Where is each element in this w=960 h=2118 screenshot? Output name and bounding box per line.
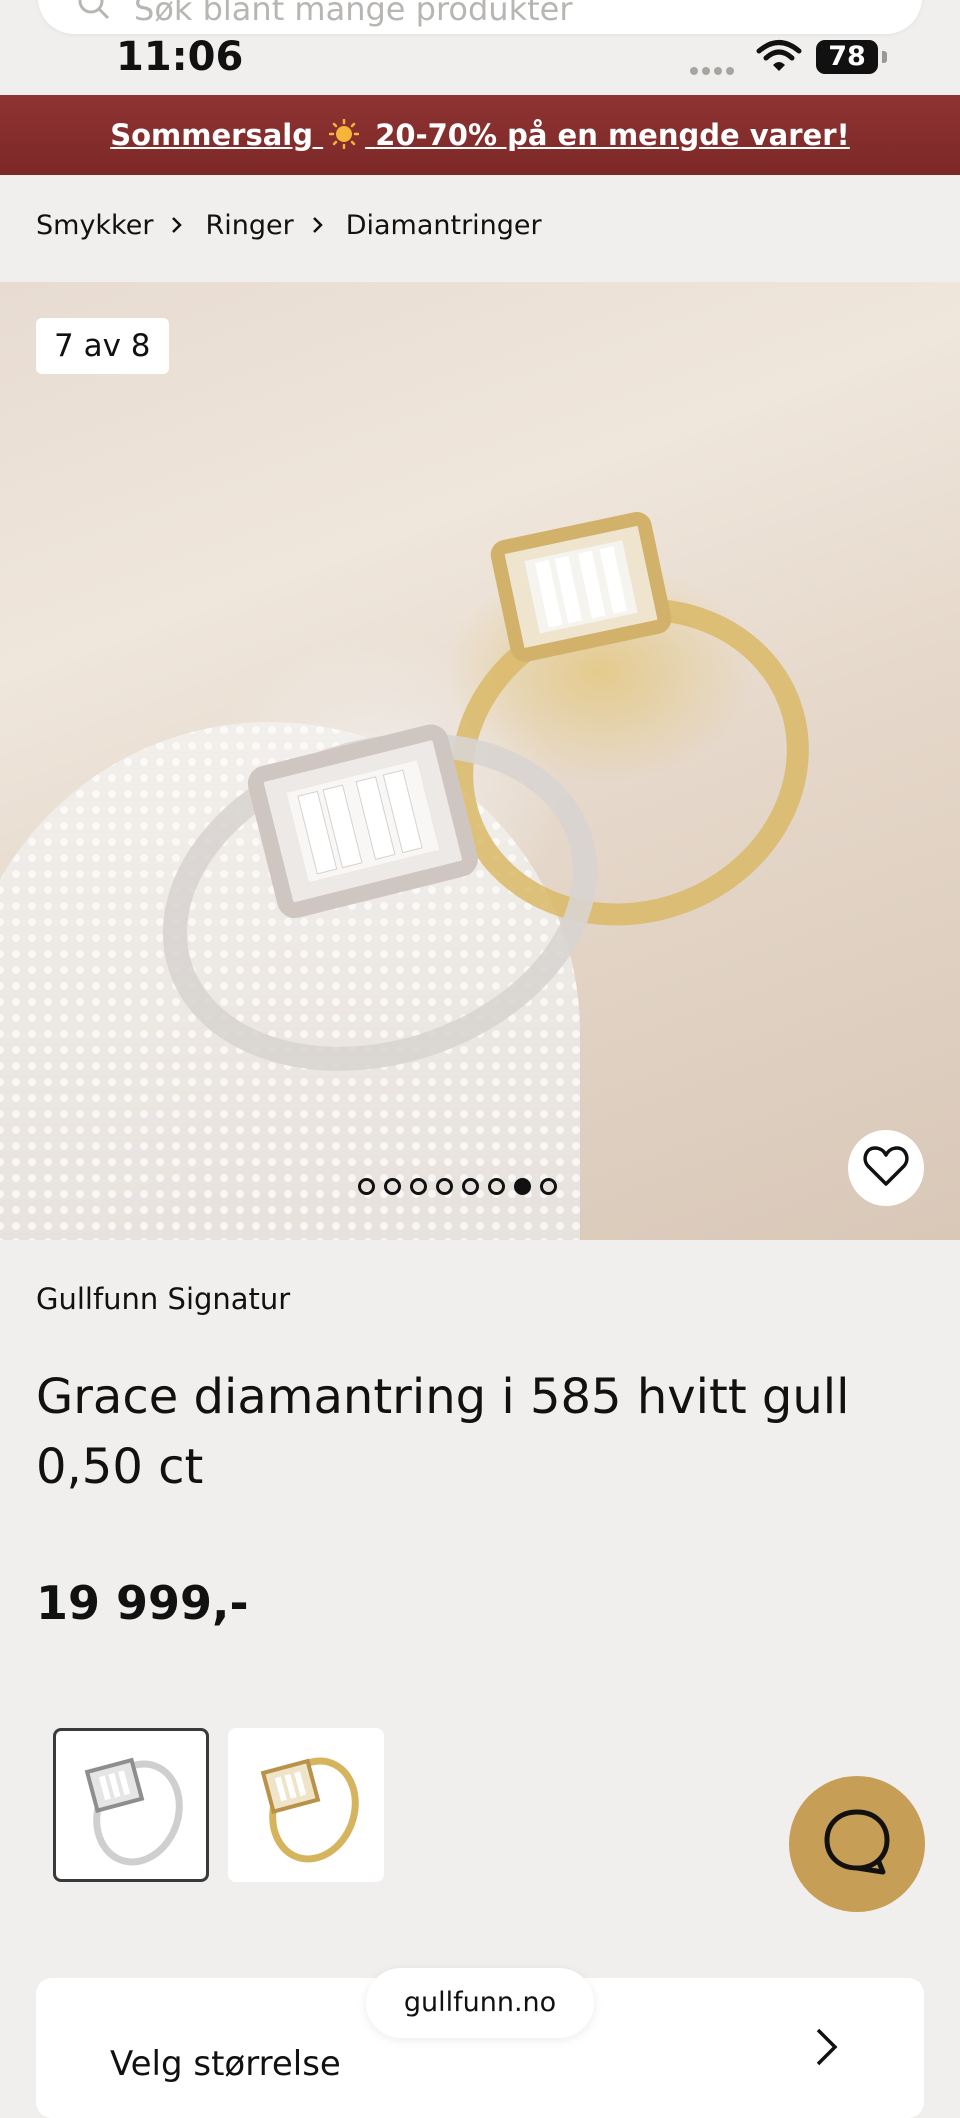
image-counter: 7 av 8 — [36, 318, 169, 374]
favorite-button[interactable] — [848, 1130, 924, 1206]
status-bar: 11:06 78 — [0, 28, 960, 88]
variant-thumbnail-white-gold[interactable] — [53, 1728, 209, 1882]
chevron-right-icon — [814, 2026, 840, 2072]
chat-bubble-icon — [821, 1806, 893, 1882]
yellow-gold-ring-thumbnail — [260, 1757, 359, 1863]
battery-cap — [882, 51, 887, 63]
battery-indicator: 78 — [816, 40, 878, 74]
promo-text-start: Sommersalg — [110, 118, 313, 152]
white-gold-ring-thumbnail — [84, 1757, 183, 1866]
chevron-right-icon — [312, 210, 324, 241]
status-time: 11:06 — [116, 34, 244, 80]
sun-icon — [328, 99, 360, 150]
browser-url-pill[interactable]: gullfunn.no — [366, 1968, 594, 2038]
carousel-dot[interactable] — [488, 1178, 505, 1195]
chevron-right-icon — [171, 210, 183, 241]
chat-button[interactable] — [789, 1776, 925, 1912]
product-image-gallery[interactable]: 7 av 8 — [0, 282, 960, 1240]
carousel-dot[interactable] — [384, 1178, 401, 1195]
carousel-dot[interactable] — [540, 1178, 557, 1195]
carousel-dot[interactable] — [436, 1178, 453, 1195]
breadcrumb-item-smykker[interactable]: Smykker — [36, 210, 153, 241]
product-title: Grace diamantring i 585 hvitt gull 0,50 … — [36, 1369, 850, 1495]
product-price: 19 999,- — [36, 1576, 249, 1630]
product-brand[interactable]: Gullfunn Signatur — [36, 1282, 290, 1316]
variant-thumbnail-yellow-gold[interactable] — [228, 1728, 384, 1882]
breadcrumb-item-ringer[interactable]: Ringer — [205, 210, 293, 241]
carousel-dot[interactable] — [462, 1178, 479, 1195]
promo-text-end: 20-70% på en mengde varer! — [375, 118, 850, 152]
breadcrumb: Smykker Ringer Diamantringer — [36, 210, 542, 241]
size-selector-label: Velg størrelse — [110, 2044, 341, 2084]
carousel-dot[interactable] — [410, 1178, 427, 1195]
carousel-dot[interactable] — [358, 1178, 375, 1195]
carousel-dot-active[interactable] — [514, 1178, 531, 1195]
search-icon — [76, 0, 112, 26]
heart-icon — [863, 1145, 909, 1191]
breadcrumb-item-diamantringer[interactable]: Diamantringer — [346, 210, 542, 241]
promo-banner[interactable]: Sommersalg 20-70% på en mengde varer! — [0, 95, 960, 175]
product-photo-rings — [162, 511, 809, 1071]
carousel-pagination[interactable] — [358, 1178, 557, 1195]
search-placeholder: Søk blant mange produkter — [134, 0, 573, 28]
cellular-signal-icon — [690, 60, 738, 79]
wifi-icon — [756, 38, 802, 78]
